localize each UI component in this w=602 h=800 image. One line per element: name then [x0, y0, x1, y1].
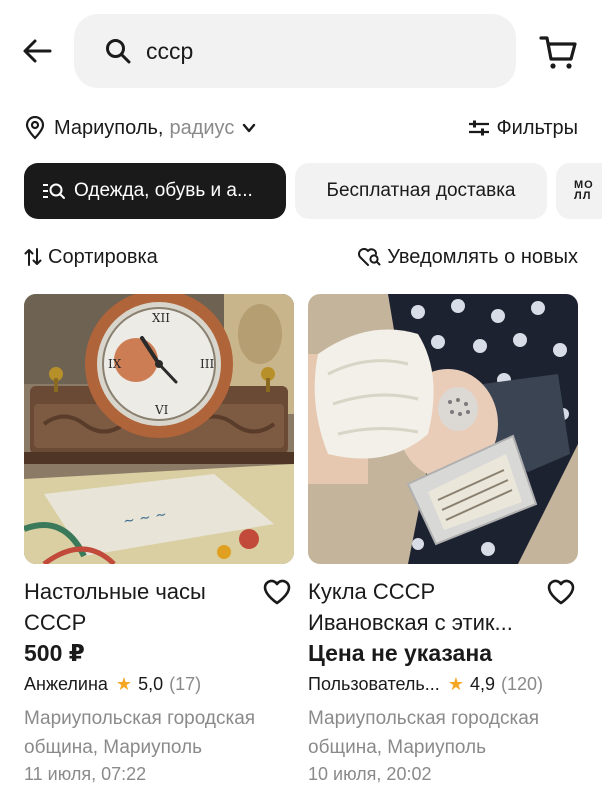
location-pin-icon — [25, 116, 45, 140]
free-delivery-chip-label: Бесплатная доставка — [326, 180, 516, 201]
sort-arrows-icon — [24, 248, 42, 266]
sort-button[interactable]: Сортировка — [24, 244, 158, 270]
listing-card[interactable]: ~ ~ ~ XII III VI IX Настольные часы СССР… — [24, 294, 294, 784]
location-radius: радиус — [169, 116, 235, 139]
location-selector[interactable]: Мариуполь, радиус — [24, 114, 256, 142]
listing-date: 11 июля, 07:22 — [24, 764, 147, 784]
review-count: (120) — [500, 674, 544, 694]
listing-title: Кукла СССР Ивановская с этик... — [308, 579, 513, 635]
favorite-button[interactable] — [546, 578, 576, 606]
seller-info: Пользователь... ★ 4,9 (120) — [308, 674, 578, 695]
listing-price: 500 ₽ — [24, 640, 85, 666]
search-icon — [106, 39, 131, 64]
category-search-icon — [43, 183, 65, 199]
star-icon: ★ — [447, 674, 464, 694]
listing-photo-clock[interactable]: ~ ~ ~ XII III VI IX — [24, 294, 294, 564]
listing-photo-doll[interactable] — [308, 294, 578, 564]
favorite-button[interactable] — [262, 578, 292, 606]
seller-name: Пользователь... — [308, 674, 440, 694]
heart-icon — [263, 579, 291, 605]
arrow-left-icon — [23, 39, 52, 63]
svg-text:III: III — [200, 357, 214, 371]
sort-label: Сортировка — [48, 245, 158, 268]
star-icon: ★ — [115, 674, 133, 694]
seller-name: Анжелина — [24, 674, 108, 694]
svg-text:XII: XII — [152, 311, 170, 325]
filters-button[interactable]: Фильтры — [468, 114, 578, 142]
back-button[interactable] — [20, 34, 54, 68]
search-bar[interactable] — [74, 14, 516, 88]
notify-new-button[interactable]: Уведомлять о новых — [357, 244, 578, 270]
listing-title: Настольные часы СССР — [24, 579, 206, 635]
listing-address: Мариупольская городская община, Мариупол… — [308, 708, 540, 758]
category-chip[interactable]: Одежда, обувь и а... — [24, 163, 286, 219]
category-chip-label: Одежда, обувь и а... — [74, 180, 253, 201]
listing-address: Мариупольская городская община, Мариупол… — [24, 708, 256, 758]
seller-rating: 5,0 — [138, 674, 164, 694]
svg-text:IX: IX — [108, 357, 122, 371]
heart-icon — [547, 579, 575, 605]
partial-chip-icon: МО ЛЛ — [574, 179, 594, 202]
location-city: Мариуполь, — [54, 116, 164, 139]
svg-text:VI: VI — [154, 403, 169, 417]
listing-date: 10 июля, 20:02 — [308, 764, 432, 784]
chevron-down-icon — [243, 123, 256, 133]
free-delivery-chip[interactable]: Бесплатная доставка — [295, 163, 547, 219]
seller-rating: 4,9 — [469, 674, 495, 694]
sliders-icon — [469, 120, 490, 136]
search-input[interactable] — [146, 37, 446, 65]
heart-search-icon — [358, 248, 381, 266]
listing-card[interactable]: Кукла СССР Ивановская с этик... Цена не … — [308, 294, 578, 784]
cart-button[interactable] — [538, 32, 578, 72]
filters-label: Фильтры — [496, 116, 578, 139]
review-count: (17) — [169, 674, 202, 694]
cart-icon — [539, 36, 577, 69]
listing-price: Цена не указана — [308, 640, 492, 666]
notify-label: Уведомлять о новых — [387, 245, 578, 268]
seller-info: Анжелина ★ 5,0 (17) — [24, 674, 294, 695]
partial-chip[interactable]: МО ЛЛ — [556, 163, 602, 219]
